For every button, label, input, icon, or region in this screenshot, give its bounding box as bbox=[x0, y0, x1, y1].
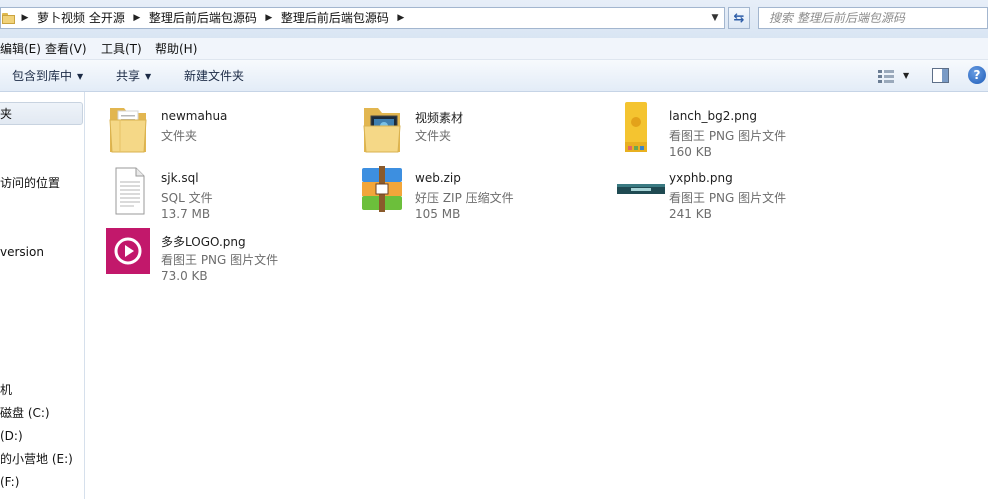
file-name: newmahua bbox=[161, 109, 228, 123]
address-bar[interactable]: ▶ 萝卜视频 全开源 ▶ 整理后前后端包源码 ▶ 整理后前后端包源码 ▶ ▼ bbox=[0, 7, 725, 29]
breadcrumb-item[interactable]: 萝卜视频 全开源 bbox=[34, 8, 128, 28]
nav-item-drive-d[interactable]: (D:) bbox=[0, 426, 23, 446]
file-type: 文件夹 bbox=[161, 129, 198, 143]
share-button[interactable]: 共享 ▼ bbox=[116, 60, 151, 92]
file-name: web.zip bbox=[415, 171, 461, 185]
chevron-down-icon: ▼ bbox=[77, 72, 84, 81]
file-item[interactable]: web.zip 好压 ZIP 压缩文件 105 MB bbox=[344, 164, 594, 224]
view-dropdown-icon[interactable]: ▼ bbox=[903, 60, 909, 92]
address-history-dropdown[interactable]: ▼ bbox=[706, 8, 724, 28]
view-options-icon[interactable] bbox=[878, 69, 894, 83]
folder-icon bbox=[109, 108, 147, 153]
chevron-right-icon[interactable]: ▶ bbox=[128, 8, 146, 28]
chevron-right-icon[interactable]: ▶ bbox=[260, 8, 278, 28]
menu-bar: 编辑(E) 查看(V) 工具(T) 帮助(H) bbox=[0, 38, 988, 60]
file-name: sjk.sql bbox=[161, 171, 199, 185]
chevron-right-icon[interactable]: ▶ bbox=[392, 8, 410, 28]
include-in-library-button[interactable]: 包含到库中 ▼ bbox=[12, 60, 83, 92]
file-item[interactable]: newmahua 文件夹 bbox=[90, 102, 340, 162]
breadcrumb-item[interactable]: 整理后前后端包源码 bbox=[146, 8, 260, 28]
nav-item-drive-e[interactable]: 的小营地 (E:) bbox=[0, 449, 73, 469]
image-thumbnail bbox=[106, 228, 150, 274]
file-size: 13.7 MB bbox=[161, 207, 211, 221]
share-label: 共享 bbox=[116, 69, 141, 83]
nav-item-version[interactable]: version bbox=[0, 242, 44, 262]
file-type: 文件夹 bbox=[415, 129, 452, 143]
file-name: 视频素材 bbox=[415, 111, 464, 125]
menu-tools[interactable]: 工具(T) bbox=[101, 38, 142, 60]
file-item[interactable]: 视频素材 文件夹 bbox=[344, 102, 594, 162]
new-folder-button[interactable]: 新建文件夹 bbox=[184, 60, 244, 92]
file-item[interactable]: sjk.sql SQL 文件 13.7 MB bbox=[90, 164, 340, 224]
file-size: 73.0 KB bbox=[161, 269, 208, 283]
chevron-right-icon[interactable]: ▶ bbox=[16, 8, 34, 28]
nav-item-drive-c[interactable]: 磁盘 (C:) bbox=[0, 403, 50, 423]
navigation-pane: 夹 访问的位置 version 机 磁盘 (C:) (D:) 的小营地 (E:)… bbox=[0, 92, 85, 499]
nav-item-recent-places[interactable]: 访问的位置 bbox=[0, 173, 60, 193]
menu-view[interactable]: 查看(V) bbox=[45, 38, 87, 60]
folder-video-icon bbox=[363, 108, 401, 153]
file-type: 看图王 PNG 图片文件 bbox=[161, 253, 279, 267]
file-item[interactable]: lanch_bg2.png 看图王 PNG 图片文件 160 KB bbox=[598, 102, 848, 162]
file-size: 105 MB bbox=[415, 207, 461, 221]
search-input[interactable]: 搜索 整理后前后端包源码 bbox=[758, 7, 988, 29]
nav-item-computer[interactable]: 机 bbox=[0, 380, 12, 400]
refresh-button[interactable]: ⇆ bbox=[728, 7, 750, 29]
include-in-library-label: 包含到库中 bbox=[12, 69, 73, 83]
file-type: SQL 文件 bbox=[161, 191, 213, 205]
image-thumbnail bbox=[617, 184, 665, 194]
file-size: 241 KB bbox=[669, 207, 712, 221]
folder-icon bbox=[2, 12, 16, 24]
file-size: 160 KB bbox=[669, 145, 712, 159]
nav-item-drive-f[interactable]: (F:) bbox=[0, 472, 19, 492]
chevron-down-icon: ▼ bbox=[145, 72, 152, 81]
command-bar: 包含到库中 ▼ 共享 ▼ 新建文件夹 ▼ ? bbox=[0, 60, 988, 92]
file-item[interactable]: 多多LOGO.png 看图王 PNG 图片文件 73.0 KB bbox=[90, 226, 340, 286]
help-icon[interactable]: ? bbox=[968, 66, 986, 84]
refresh-icon: ⇆ bbox=[733, 10, 745, 26]
zip-archive-icon bbox=[362, 166, 402, 212]
file-name: yxphb.png bbox=[669, 171, 733, 185]
file-item[interactable]: yxphb.png 看图王 PNG 图片文件 241 KB bbox=[598, 164, 848, 224]
address-bar-row: ▶ 萝卜视频 全开源 ▶ 整理后前后端包源码 ▶ 整理后前后端包源码 ▶ ▼ ⇆… bbox=[0, 0, 988, 38]
menu-help[interactable]: 帮助(H) bbox=[155, 38, 197, 60]
file-type: 看图王 PNG 图片文件 bbox=[669, 191, 787, 205]
file-name: 多多LOGO.png bbox=[161, 235, 246, 249]
nav-item-favorites[interactable]: 夹 bbox=[0, 104, 12, 124]
file-type: 好压 ZIP 压缩文件 bbox=[415, 191, 514, 205]
file-list: newmahua 文件夹 视频素材 文件夹 lanch_bg2.png 看图王 … bbox=[86, 92, 988, 499]
menu-edit[interactable]: 编辑(E) bbox=[0, 38, 41, 60]
file-name: lanch_bg2.png bbox=[669, 109, 758, 123]
breadcrumb-item[interactable]: 整理后前后端包源码 bbox=[278, 8, 392, 28]
file-type: 看图王 PNG 图片文件 bbox=[669, 129, 787, 143]
image-thumbnail bbox=[625, 102, 647, 152]
nav-selection-highlight bbox=[0, 102, 83, 125]
preview-pane-icon[interactable] bbox=[932, 68, 949, 83]
text-file-icon bbox=[115, 167, 145, 215]
